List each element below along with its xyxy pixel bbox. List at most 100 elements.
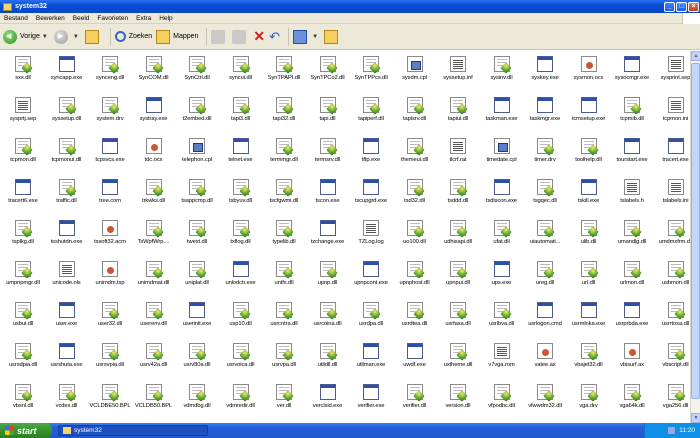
file-item[interactable]: usrvoica.dll — [218, 343, 264, 383]
file-item[interactable]: tcpmon.dll — [0, 138, 46, 178]
file-item[interactable]: url.dll — [566, 261, 612, 301]
file-item[interactable]: syskey.exe — [522, 56, 568, 96]
views-button[interactable]: ▼ — [293, 27, 320, 47]
file-item[interactable]: vfpodbc.dll — [479, 384, 525, 423]
file-item[interactable]: tsddd.dll — [435, 179, 481, 219]
file-item[interactable]: tapiui.dll — [435, 97, 481, 137]
file-item[interactable]: tscfgwmi.dll — [261, 179, 307, 219]
file-item[interactable]: tftp.exe — [348, 138, 394, 178]
file-item[interactable]: vdmdbg.dll — [174, 384, 220, 423]
file-item[interactable]: usrdpa.dll — [348, 302, 394, 342]
file-item[interactable]: tree.com — [87, 179, 133, 219]
close-button[interactable]: × — [688, 1, 699, 12]
start-button[interactable]: start — [0, 423, 52, 438]
file-item[interactable]: userenv.dll — [131, 302, 177, 342]
file-item[interactable]: taskmgr.exe — [522, 97, 568, 137]
file-item[interactable]: usrv42a.dll — [131, 343, 177, 383]
file-item[interactable]: vbsnl.dll — [0, 384, 46, 423]
file-item[interactable]: t2embed.dll — [174, 97, 220, 137]
minimize-button[interactable]: _ — [664, 1, 675, 12]
file-item[interactable]: user.exe — [44, 302, 90, 342]
file-item[interactable]: sysdm.cpl — [392, 56, 438, 96]
tray-icon[interactable] — [668, 427, 676, 434]
menu-bestand[interactable]: Bestand — [0, 15, 32, 22]
file-item[interactable]: vga256.dll — [653, 384, 691, 423]
file-item[interactable]: usrv80a.dll — [174, 343, 220, 383]
file-item[interactable]: txflog.dll — [218, 220, 264, 260]
file-item[interactable]: tslabels.ini — [653, 179, 691, 219]
file-item[interactable]: tsgqec.dll — [522, 179, 568, 219]
file-item[interactable]: tcpmon.ini — [653, 97, 691, 137]
file-item[interactable]: verclsid.exe — [305, 384, 351, 423]
file-item[interactable]: unimdm.tsp — [87, 261, 133, 301]
file-item[interactable]: ureg.dll — [522, 261, 568, 301]
file-item[interactable]: trkwks.dll — [131, 179, 177, 219]
file-item[interactable]: VCLDB50.BPL — [131, 384, 177, 423]
file-item[interactable]: tlcrf.rat — [435, 138, 481, 178]
scroll-thumb[interactable] — [691, 63, 700, 399]
chevron-down-icon[interactable]: ▼ — [73, 34, 79, 40]
file-item[interactable]: usrsvpia.dll — [87, 343, 133, 383]
chevron-down-icon[interactable]: ▼ — [312, 34, 318, 40]
file-item[interactable]: sysprint.sep — [653, 56, 690, 96]
file-item[interactable]: tsbyuv.dll — [218, 179, 264, 219]
file-item[interactable]: tslabels.h — [609, 179, 655, 219]
file-item[interactable]: usrlbva.dll — [479, 302, 525, 342]
file-item[interactable]: upnp.dll — [305, 261, 351, 301]
scroll-up-arrow[interactable]: ▲ — [691, 51, 700, 61]
file-item[interactable]: version.dll — [435, 384, 481, 423]
file-item[interactable]: userinit.exe — [174, 302, 220, 342]
file-item[interactable]: usbui.dll — [0, 302, 46, 342]
file-item[interactable]: upnpui.dll — [435, 261, 481, 301]
file-item[interactable]: syncapp.exe — [44, 56, 90, 96]
file-item[interactable]: vfwwdm32.dll — [522, 384, 568, 423]
file-item[interactable]: tscupgrd.exe — [348, 179, 394, 219]
file-item[interactable]: termsrv.dll — [305, 138, 351, 178]
file-item[interactable]: usrdtea.dll — [392, 302, 438, 342]
file-item[interactable]: telnet.exe — [218, 138, 264, 178]
file-item[interactable]: tcpsvcs.exe — [87, 138, 133, 178]
file-item[interactable]: umandlg.dll — [609, 220, 655, 260]
file-item[interactable]: tscon.exe — [305, 179, 351, 219]
file-item[interactable]: ulib.dll — [566, 220, 612, 260]
file-item[interactable]: sysocmgr.exe — [609, 56, 655, 96]
move-to-button[interactable] — [211, 27, 228, 47]
file-item[interactable]: tourstart.exe — [609, 138, 655, 178]
title-bar[interactable]: system32 _ □ × — [0, 0, 700, 13]
file-item[interactable]: sysmon.ocx — [566, 56, 612, 96]
file-item[interactable]: ver.dll — [261, 384, 307, 423]
file-item[interactable]: tssoft32.acm — [87, 220, 133, 260]
search-button[interactable]: Zoeken — [114, 27, 152, 47]
file-item[interactable]: unimdmat.dll — [131, 261, 177, 301]
file-item[interactable]: tskill.exe — [566, 179, 612, 219]
file-item[interactable]: taskman.exe — [479, 97, 525, 137]
file-item[interactable]: syncui.dll — [218, 56, 264, 96]
file-item[interactable]: uniplat.dll — [174, 261, 220, 301]
file-item[interactable]: vbajet32.dll — [566, 343, 612, 383]
file-item[interactable]: vbisurf.ax — [609, 343, 655, 383]
file-item[interactable]: umpnpmgr.dll — [0, 261, 46, 301]
sync-button[interactable] — [324, 27, 341, 47]
file-item[interactable]: umdmxfrm.dll — [653, 220, 690, 260]
file-item[interactable]: user32.dll — [87, 302, 133, 342]
taskbar-window-button[interactable]: system32 — [58, 425, 208, 436]
chevron-down-icon[interactable]: ▼ — [42, 34, 48, 40]
file-item[interactable]: ufat.dll — [479, 220, 525, 260]
file-item[interactable]: urlmon.dll — [609, 261, 655, 301]
file-item[interactable]: tracert6.exe — [0, 179, 46, 219]
file-item[interactable]: tcmsetup.exe — [566, 97, 612, 137]
file-item[interactable]: tsplkg.dll — [0, 220, 46, 260]
file-item[interactable]: TsWpfWrp.... — [131, 220, 177, 260]
file-item[interactable]: usrcntra.dll — [261, 302, 307, 342]
folders-button[interactable]: Mappen — [156, 27, 198, 47]
menu-extra[interactable]: Extra — [132, 15, 155, 22]
menu-bewerken[interactable]: Bewerken — [32, 15, 69, 22]
file-item[interactable]: tapi.dll — [305, 97, 351, 137]
file-item[interactable]: usp10.dll — [218, 302, 264, 342]
file-item[interactable]: upnphost.dll — [392, 261, 438, 301]
file-item[interactable]: uxtheme.dll — [435, 343, 481, 383]
menu-help[interactable]: Help — [155, 15, 176, 22]
file-item[interactable]: SynCtrl.dll — [174, 56, 220, 96]
file-item[interactable]: usrvpa.dll — [261, 343, 307, 383]
file-item[interactable]: tdc.ocx — [131, 138, 177, 178]
